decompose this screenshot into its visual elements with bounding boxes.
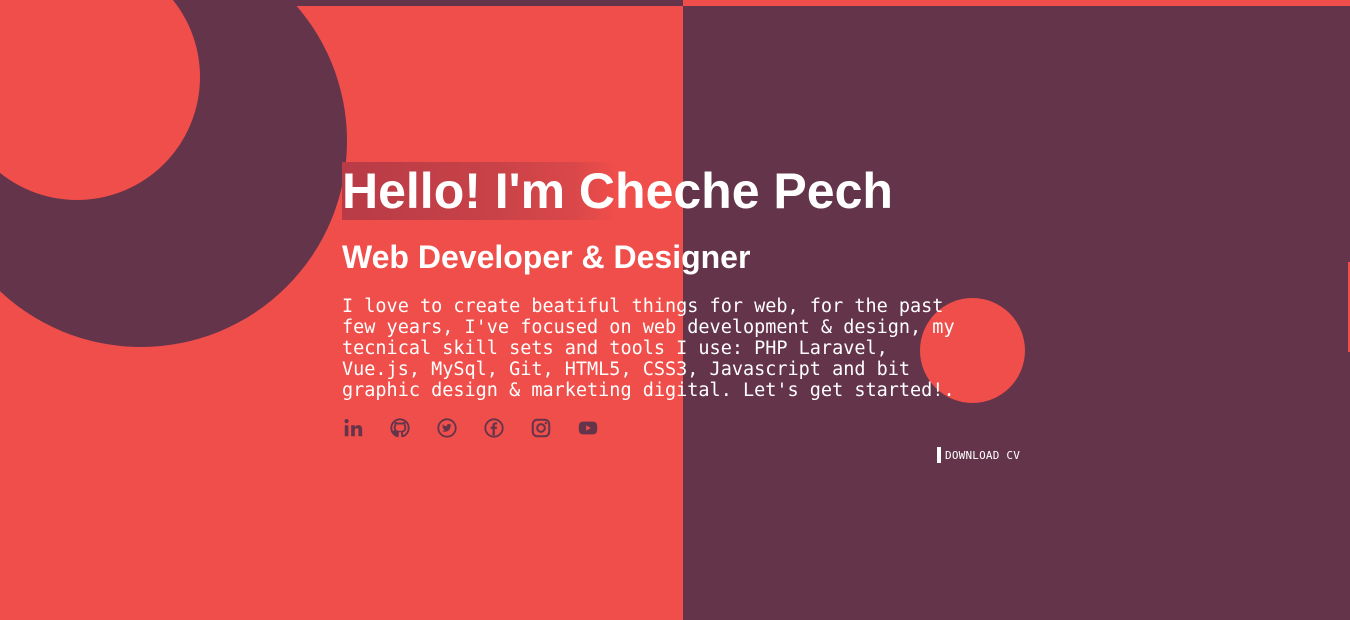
bio-line: few years, I've focused on web developme… xyxy=(342,317,955,338)
hero-title: Hello! I'm Cheche Pech xyxy=(342,162,893,220)
youtube-icon xyxy=(578,421,598,435)
hero-subtitle: Web Developer & Designer xyxy=(342,239,751,275)
twitter-icon xyxy=(437,418,457,438)
download-cv-label: DOWNLOAD CV xyxy=(945,448,1021,462)
download-cv-button[interactable]: DOWNLOAD CV xyxy=(937,447,1020,463)
github-icon xyxy=(390,418,410,438)
hero-bio: I love to create beatiful things for web… xyxy=(342,296,1012,401)
linkedin-link[interactable] xyxy=(342,417,364,439)
top-strip-right xyxy=(683,0,1350,6)
instagram-link[interactable] xyxy=(530,417,552,439)
twitter-link[interactable] xyxy=(436,417,458,439)
bio-line: Vue.js, MySql, Git, HTML5, CSS3, Javascr… xyxy=(342,359,911,380)
facebook-icon xyxy=(484,418,504,438)
bio-line: tecnical skill sets and tools I use: PHP… xyxy=(342,338,888,359)
instagram-icon xyxy=(531,418,551,438)
facebook-link[interactable] xyxy=(483,417,505,439)
bio-line: graphic design & marketing digital. Let'… xyxy=(342,380,955,401)
social-links xyxy=(342,417,1032,439)
hero-content: Hello! I'm Cheche Pech Web Developer & D… xyxy=(342,162,1032,439)
bio-line: I love to create beatiful things for web… xyxy=(342,296,944,317)
decorative-ring-inner xyxy=(0,0,200,200)
linkedin-icon xyxy=(344,419,363,437)
youtube-link[interactable] xyxy=(577,417,599,439)
github-link[interactable] xyxy=(389,417,411,439)
download-cv-accent xyxy=(937,447,941,463)
